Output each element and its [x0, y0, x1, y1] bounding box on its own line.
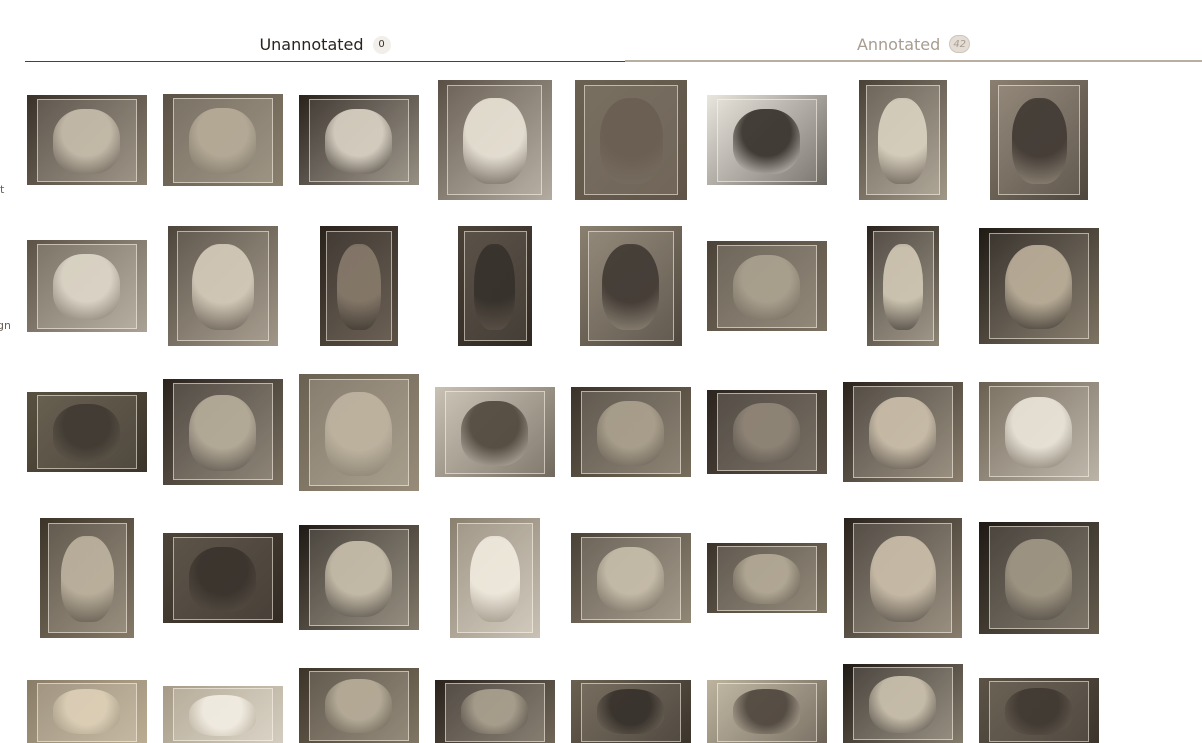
bounding-box — [464, 231, 527, 341]
cat-photo-thumbnail[interactable] — [707, 543, 827, 613]
cat-photo-thumbnail[interactable] — [843, 382, 963, 482]
dog-photo-thumbnail[interactable] — [580, 226, 682, 346]
cat-photo-thumbnail[interactable] — [450, 518, 540, 638]
bounding-box — [581, 683, 681, 742]
dog-photo-thumbnail[interactable] — [571, 387, 691, 477]
cat-photo-thumbnail[interactable] — [707, 680, 827, 743]
bounding-box — [309, 99, 409, 182]
dog-photo-thumbnail[interactable] — [27, 240, 147, 332]
bounding-box — [37, 244, 137, 329]
bounding-box — [588, 231, 674, 341]
bounding-box — [447, 85, 542, 195]
dog-photo-thumbnail[interactable] — [707, 95, 827, 185]
bounding-box — [173, 98, 273, 183]
bounding-box — [173, 537, 273, 620]
bounding-box — [309, 529, 409, 626]
bounding-box — [989, 233, 1089, 339]
bounding-box — [48, 523, 127, 633]
bounding-box — [581, 537, 681, 620]
dog-photo-thumbnail[interactable] — [707, 241, 827, 331]
bounding-box — [326, 231, 392, 341]
bounding-box — [989, 526, 1089, 629]
cat-photo-thumbnail[interactable] — [571, 680, 691, 743]
bounding-box — [717, 99, 817, 182]
cat-photo-thumbnail[interactable] — [299, 525, 419, 630]
dog-photo-thumbnail[interactable] — [575, 80, 687, 200]
bounding-box — [866, 85, 940, 195]
cat-photo-thumbnail[interactable] — [844, 518, 962, 638]
dog-photo-thumbnail[interactable] — [168, 226, 278, 346]
dog-photo-thumbnail[interactable] — [990, 80, 1088, 200]
dog-photo-thumbnail[interactable] — [435, 387, 555, 477]
cat-photo-thumbnail[interactable] — [163, 379, 283, 485]
bounding-box — [989, 681, 1089, 742]
bounding-box — [173, 383, 273, 480]
cat-photo-thumbnail[interactable] — [163, 686, 283, 743]
cat-photo-thumbnail[interactable] — [27, 680, 147, 743]
bounding-box — [873, 231, 934, 341]
bounding-box — [309, 379, 409, 486]
dog-photo-thumbnail[interactable] — [299, 374, 419, 491]
bounding-box — [584, 85, 678, 195]
bounding-box — [445, 391, 545, 474]
dog-photo-thumbnail[interactable] — [320, 226, 398, 346]
cat-photo-thumbnail[interactable] — [707, 390, 827, 474]
bounding-box — [177, 231, 269, 341]
bounding-box — [457, 523, 533, 633]
bounding-box — [37, 395, 137, 469]
bounding-box — [717, 393, 817, 471]
bounding-box — [717, 546, 817, 611]
bounding-box — [37, 99, 137, 182]
cat-photo-thumbnail[interactable] — [843, 664, 963, 743]
bounding-box — [37, 683, 137, 742]
dog-photo-thumbnail[interactable] — [979, 228, 1099, 344]
cat-photo-thumbnail[interactable] — [163, 533, 283, 623]
bounding-box — [853, 523, 952, 633]
bounding-box — [173, 688, 273, 741]
dog-photo-thumbnail[interactable] — [859, 80, 947, 200]
bounding-box — [853, 667, 953, 740]
dog-photo-thumbnail[interactable] — [458, 226, 532, 346]
cat-photo-thumbnail[interactable] — [979, 678, 1099, 743]
image-grid — [0, 0, 1202, 743]
cat-photo-thumbnail[interactable] — [571, 533, 691, 623]
dog-photo-thumbnail[interactable] — [299, 95, 419, 185]
bounding-box — [581, 391, 681, 474]
cat-photo-thumbnail[interactable] — [40, 518, 134, 638]
bounding-box — [853, 386, 953, 478]
cat-photo-thumbnail[interactable] — [979, 382, 1099, 481]
bounding-box — [989, 386, 1089, 477]
bounding-box — [717, 245, 817, 328]
bounding-box — [309, 671, 409, 741]
bounding-box — [445, 683, 545, 742]
bounding-box — [717, 683, 817, 742]
cat-photo-thumbnail[interactable] — [299, 668, 419, 743]
cat-photo-thumbnail[interactable] — [979, 522, 1099, 634]
bounding-box — [998, 85, 1080, 195]
cat-photo-thumbnail[interactable] — [435, 680, 555, 743]
dog-photo-thumbnail[interactable] — [438, 80, 552, 200]
dog-photo-thumbnail[interactable] — [163, 94, 283, 186]
dog-photo-thumbnail[interactable] — [867, 226, 939, 346]
dog-photo-thumbnail[interactable] — [27, 392, 147, 472]
dog-photo-thumbnail[interactable] — [27, 95, 147, 185]
